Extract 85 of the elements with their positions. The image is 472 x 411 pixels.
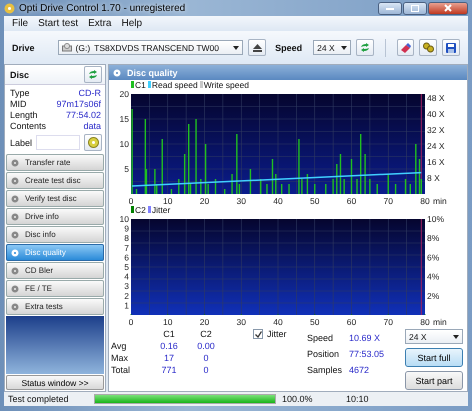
- axis-label: 10: [120, 214, 129, 224]
- axis-label: 40: [273, 196, 283, 205]
- field-label: Label: [10, 138, 32, 148]
- axis-title: min: [433, 317, 447, 326]
- axis-label: 5: [124, 262, 129, 272]
- speed-label: Speed: [275, 42, 302, 52]
- field-label: Length: [10, 110, 39, 120]
- window-title: Opti Drive Control 1.70 - unregistered: [19, 2, 186, 14]
- reading-value: 10.69 X: [349, 333, 382, 343]
- reading-label: Position: [307, 349, 340, 359]
- axis-label: 16 X: [427, 157, 444, 167]
- axis-label: 20: [120, 89, 129, 99]
- column-header: C2: [199, 329, 213, 339]
- axis-label: 30: [236, 317, 246, 326]
- axis-label: 4%: [427, 272, 440, 282]
- axis-label: 24 X: [427, 141, 444, 151]
- axis-label: 4: [124, 272, 129, 282]
- axis-label: 80: [420, 317, 430, 326]
- axis-label: 50: [310, 317, 320, 326]
- field-value: 77:54.02: [64, 110, 101, 120]
- axis-label: 60: [346, 196, 356, 205]
- axis-label: 5: [124, 164, 129, 174]
- reading-label: Speed: [307, 333, 334, 343]
- column-header: C1: [162, 329, 176, 339]
- table-cell-text: 0.00: [196, 341, 216, 351]
- axis-label: 32 X: [427, 125, 444, 135]
- table-cell-text: 0: [202, 365, 210, 375]
- legend-label: C2: [135, 204, 146, 214]
- axis-label: 2%: [427, 290, 440, 301]
- axis-label: 10: [163, 317, 172, 326]
- legend-label: Write speed: [204, 80, 249, 90]
- field-value: CD-R: [78, 88, 101, 98]
- axis-label: 0: [128, 196, 134, 205]
- elapsed-time: 10:10: [346, 394, 369, 404]
- table-cell-text: 17: [162, 353, 175, 363]
- axis-label: 10: [163, 196, 172, 205]
- axis-label: 3: [124, 281, 129, 292]
- axis-label: 1: [124, 300, 129, 310]
- axis-label: 30: [236, 196, 246, 205]
- axis-label: 10%: [427, 214, 444, 224]
- row-label: Max: [111, 353, 130, 363]
- field-value: data: [82, 121, 101, 131]
- axis-label: 15: [120, 114, 129, 124]
- axis-label: 50: [310, 196, 320, 205]
- legend-label: C1: [135, 80, 146, 90]
- axis-label: 70: [384, 196, 393, 205]
- axis-label: 8 X: [427, 173, 440, 183]
- axis-label: 48 X: [427, 93, 444, 103]
- checkbox-label: Jitter: [267, 329, 287, 339]
- field-label: MID: [10, 99, 28, 109]
- axis-label: 8%: [427, 233, 440, 244]
- row-label: Total: [111, 365, 132, 375]
- field-label: Contents: [10, 121, 46, 131]
- legend-label: Jitter: [152, 204, 170, 214]
- reading-label: Samples: [307, 365, 344, 375]
- table-cell-text: 0.16: [159, 341, 179, 351]
- axis-label: 2: [124, 290, 129, 301]
- axis-title: min: [433, 196, 447, 205]
- axis-label: 6%: [427, 252, 440, 262]
- axis-label: 0: [128, 317, 134, 326]
- axis-label: 20: [200, 317, 210, 326]
- axis-label: 40 X: [427, 109, 444, 119]
- status-message: Test completed: [8, 394, 70, 404]
- table-cell-text: 0: [202, 353, 210, 363]
- field-value: 97m17s06f: [55, 99, 101, 109]
- axis-label: 40: [273, 317, 283, 326]
- reading-value: 4672: [349, 365, 370, 375]
- axis-label: 60: [346, 317, 356, 326]
- axis-label: 9: [124, 224, 129, 234]
- axis-label: 10: [120, 139, 129, 149]
- axis-label: 80: [420, 196, 430, 205]
- panel-title: Disc: [10, 70, 30, 80]
- axis-label: 6: [124, 252, 129, 262]
- drive-label: Drive: [12, 42, 35, 52]
- panel-title: Disc quality: [127, 68, 178, 78]
- axis-label: 70: [384, 317, 393, 326]
- legend-label: Read speed: [152, 80, 198, 90]
- axis-label: 8: [124, 233, 129, 244]
- progress-percent: 100.0%: [282, 394, 314, 404]
- row-label: Avg: [111, 341, 128, 351]
- axis-label: 7: [124, 242, 129, 253]
- table-cell-text: 771: [160, 365, 178, 375]
- field-label: Type: [10, 88, 31, 98]
- reading-value: 77:53.05: [349, 349, 386, 359]
- axis-label: 20: [200, 196, 210, 205]
